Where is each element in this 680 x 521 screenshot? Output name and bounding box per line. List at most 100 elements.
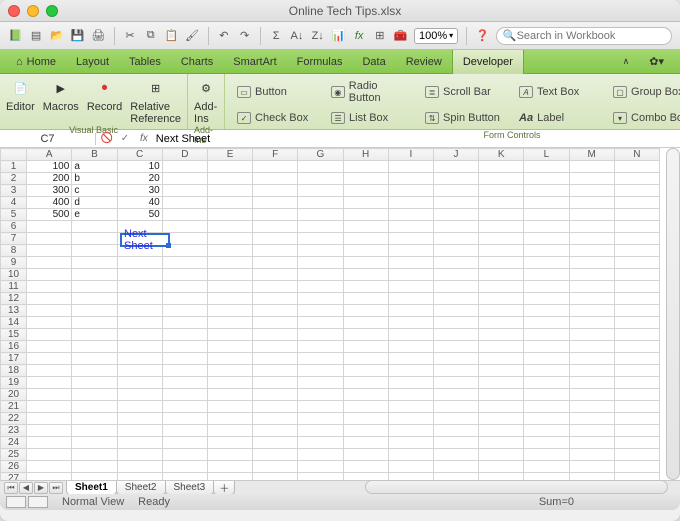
cell-J24[interactable] [433, 437, 478, 449]
cell-I14[interactable] [388, 317, 433, 329]
cell-C4[interactable]: 40 [117, 197, 162, 209]
cell-E17[interactable] [207, 353, 252, 365]
cell-H7[interactable] [343, 233, 388, 245]
cell-H16[interactable] [343, 341, 388, 353]
cell-E22[interactable] [207, 413, 252, 425]
cell-H4[interactable] [343, 197, 388, 209]
cell-G23[interactable] [298, 425, 343, 437]
cell-M17[interactable] [569, 353, 614, 365]
cell-M18[interactable] [569, 365, 614, 377]
fc-groupbox[interactable]: ▢Group Box [613, 80, 680, 104]
fx-label-icon[interactable]: fx [136, 133, 152, 144]
cell-L4[interactable] [524, 197, 569, 209]
cell-G17[interactable] [298, 353, 343, 365]
cell-D10[interactable] [162, 269, 207, 281]
cell-D26[interactable] [162, 461, 207, 473]
col-header-A[interactable]: A [27, 149, 72, 161]
cell-K4[interactable] [479, 197, 524, 209]
zoom-box[interactable]: 100%▾ [414, 28, 458, 44]
vertical-scrollbar[interactable] [666, 148, 680, 480]
row-header-9[interactable]: 9 [1, 257, 27, 269]
fc-scroll[interactable]: ≣Scroll Bar [425, 80, 505, 104]
tab-home[interactable]: Home [6, 50, 66, 74]
cell-M7[interactable] [569, 233, 614, 245]
cell-A9[interactable] [27, 257, 72, 269]
cell-I7[interactable] [388, 233, 433, 245]
cell-C13[interactable] [117, 305, 162, 317]
cell-N10[interactable] [614, 269, 659, 281]
horizontal-scrollbar[interactable] [365, 480, 668, 494]
cell-F22[interactable] [253, 413, 298, 425]
cell-H15[interactable] [343, 329, 388, 341]
cell-B12[interactable] [72, 293, 117, 305]
cell-I5[interactable] [388, 209, 433, 221]
paste-icon[interactable]: 📋 [164, 28, 179, 44]
cell-J10[interactable] [433, 269, 478, 281]
cell-I11[interactable] [388, 281, 433, 293]
cell-J8[interactable] [433, 245, 478, 257]
col-header-J[interactable]: J [433, 149, 478, 161]
cell-C2[interactable]: 20 [117, 173, 162, 185]
sheet-tab-1[interactable]: Sheet1 [66, 481, 117, 495]
row-header-17[interactable]: 17 [1, 353, 27, 365]
cell-C3[interactable]: 30 [117, 185, 162, 197]
cell-G25[interactable] [298, 449, 343, 461]
cell-A15[interactable] [27, 329, 72, 341]
cell-E14[interactable] [207, 317, 252, 329]
cell-F11[interactable] [253, 281, 298, 293]
cell-J5[interactable] [433, 209, 478, 221]
cell-C1[interactable]: 10 [117, 161, 162, 173]
new-icon[interactable]: ▤ [29, 28, 44, 44]
cell-A26[interactable] [27, 461, 72, 473]
row-header-16[interactable]: 16 [1, 341, 27, 353]
cell-L23[interactable] [524, 425, 569, 437]
cell-L8[interactable] [524, 245, 569, 257]
cell-F24[interactable] [253, 437, 298, 449]
cell-L14[interactable] [524, 317, 569, 329]
cell-L10[interactable] [524, 269, 569, 281]
cell-E6[interactable] [207, 221, 252, 233]
cell-G10[interactable] [298, 269, 343, 281]
cell-M4[interactable] [569, 197, 614, 209]
cell-E19[interactable] [207, 377, 252, 389]
row-header-8[interactable]: 8 [1, 245, 27, 257]
cell-M8[interactable] [569, 245, 614, 257]
cell-F21[interactable] [253, 401, 298, 413]
cell-D9[interactable] [162, 257, 207, 269]
cell-E3[interactable] [207, 185, 252, 197]
show-formulas-icon[interactable]: ⊞ [373, 28, 388, 44]
cell-F17[interactable] [253, 353, 298, 365]
cell-L12[interactable] [524, 293, 569, 305]
cell-L20[interactable] [524, 389, 569, 401]
cell-N20[interactable] [614, 389, 659, 401]
cell-E1[interactable] [207, 161, 252, 173]
cell-M5[interactable] [569, 209, 614, 221]
cell-J4[interactable] [433, 197, 478, 209]
col-header-K[interactable]: K [479, 149, 524, 161]
cell-C19[interactable] [117, 377, 162, 389]
col-header-G[interactable]: G [298, 149, 343, 161]
cell-D15[interactable] [162, 329, 207, 341]
cell-H26[interactable] [343, 461, 388, 473]
cell-J21[interactable] [433, 401, 478, 413]
cell-D23[interactable] [162, 425, 207, 437]
cell-J17[interactable] [433, 353, 478, 365]
cell-K16[interactable] [479, 341, 524, 353]
cell-I6[interactable] [388, 221, 433, 233]
cell-D25[interactable] [162, 449, 207, 461]
sort-asc-icon[interactable]: A↓ [290, 28, 305, 44]
cell-B5[interactable]: e [72, 209, 117, 221]
cell-C23[interactable] [117, 425, 162, 437]
cell-H8[interactable] [343, 245, 388, 257]
cell-G11[interactable] [298, 281, 343, 293]
row-header-4[interactable]: 4 [1, 197, 27, 209]
cell-H23[interactable] [343, 425, 388, 437]
format-painter-icon[interactable]: 🖌 [185, 28, 200, 44]
cell-D20[interactable] [162, 389, 207, 401]
cell-J11[interactable] [433, 281, 478, 293]
cell-D19[interactable] [162, 377, 207, 389]
row-header-22[interactable]: 22 [1, 413, 27, 425]
sheet-nav-last[interactable]: ⏭ [49, 482, 63, 494]
cell-A25[interactable] [27, 449, 72, 461]
cell-A5[interactable]: 500 [27, 209, 72, 221]
